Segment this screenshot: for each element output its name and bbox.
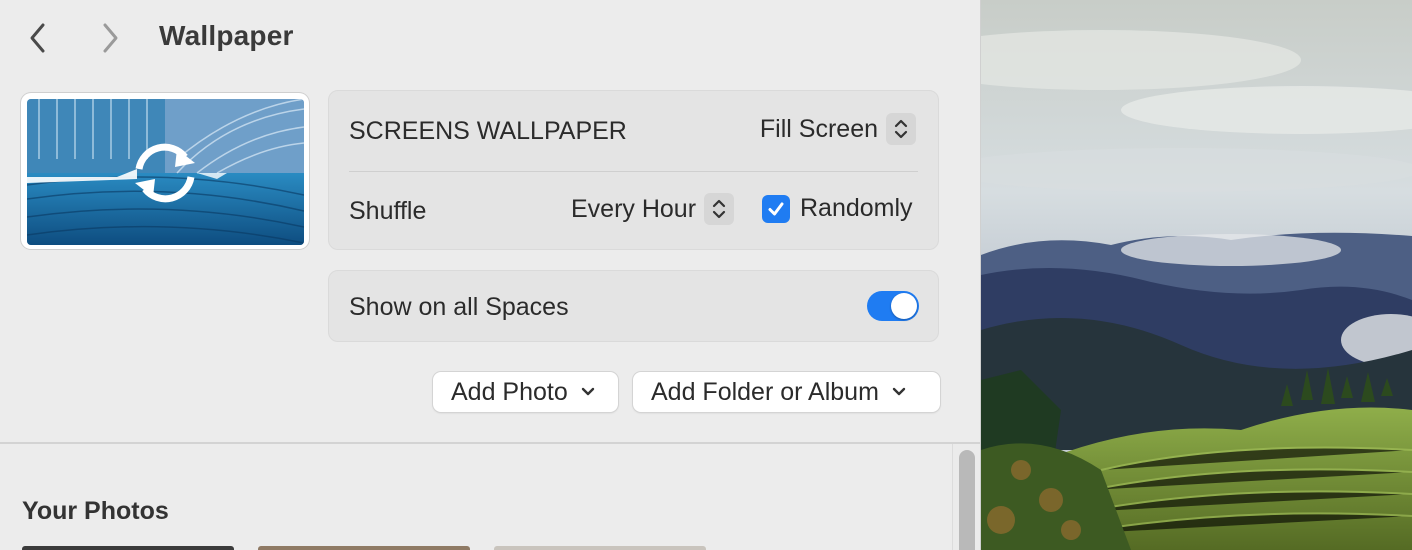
- add-folder-label: Add Folder or Album: [651, 377, 879, 406]
- add-photo-label: Add Photo: [451, 377, 568, 406]
- photo-thumbnail[interactable]: [22, 546, 234, 550]
- desktop-wallpaper-image: [981, 0, 1412, 550]
- section-divider: [0, 442, 980, 444]
- randomly-checkbox[interactable]: [762, 194, 790, 223]
- show-on-all-spaces-toggle[interactable]: [867, 291, 919, 321]
- scrollbar-thumb[interactable]: [959, 450, 975, 550]
- spaces-group: Show on all Spaces: [328, 270, 939, 342]
- divider: [349, 171, 918, 172]
- your-photos-heading: Your Photos: [22, 497, 169, 525]
- page-title: Wallpaper: [159, 20, 294, 51]
- photo-thumbnail[interactable]: [494, 546, 706, 550]
- back-button[interactable]: [20, 18, 56, 58]
- wallpaper-settings-pane: Wallpaper SCREENS WALLPAPER Fill Screen …: [0, 0, 981, 550]
- toggle-knob: [891, 293, 917, 319]
- wallpaper-preview-image: [27, 99, 304, 245]
- wallpaper-thumbnail[interactable]: [21, 93, 309, 249]
- stepper-icon: [886, 113, 916, 145]
- scrollbar[interactable]: [952, 444, 980, 550]
- add-folder-or-album-button[interactable]: Add Folder or Album: [633, 372, 940, 412]
- shuffle-label: Shuffle: [349, 197, 427, 225]
- checkmark-icon: [768, 202, 784, 215]
- photo-thumbnail[interactable]: [258, 546, 470, 550]
- chevron-down-icon: [892, 387, 906, 396]
- screens-wallpaper-label: SCREENS WALLPAPER: [349, 117, 627, 145]
- wallpaper-options-group: SCREENS WALLPAPER Fill Screen Shuffle Ev…: [328, 90, 939, 250]
- forward-button[interactable]: [92, 18, 128, 58]
- randomly-checkbox-row[interactable]: Randomly: [762, 194, 913, 223]
- add-photo-button[interactable]: Add Photo: [433, 372, 618, 412]
- chevron-left-icon: [30, 23, 45, 53]
- show-on-all-spaces-label: Show on all Spaces: [349, 293, 569, 321]
- fill-mode-popup[interactable]: Fill Screen: [760, 113, 916, 145]
- shuffle-interval-popup[interactable]: Every Hour: [571, 193, 735, 225]
- shuffle-interval-value: Every Hour: [571, 194, 697, 223]
- randomly-label: Randomly: [800, 194, 913, 222]
- fill-mode-value: Fill Screen: [759, 114, 878, 143]
- chevron-right-icon: [103, 23, 118, 53]
- stepper-icon: [704, 193, 735, 225]
- chevron-down-icon: [581, 387, 594, 396]
